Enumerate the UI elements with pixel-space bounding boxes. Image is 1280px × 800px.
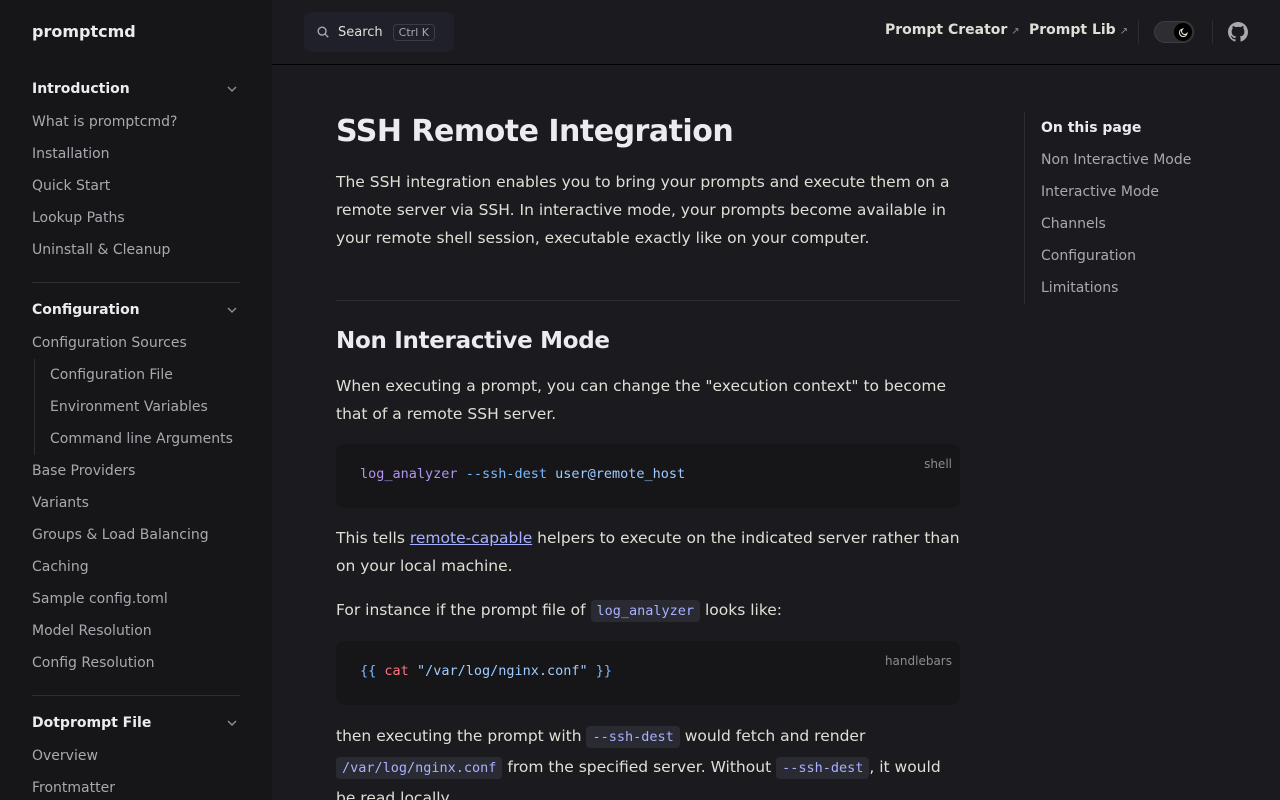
group-title-label: Introduction [32,81,130,97]
github-icon[interactable] [1228,22,1248,42]
code-token: "/var/log/nginx.conf" [416,663,588,679]
toc-item-channels[interactable]: Channels [1041,208,1244,240]
sidebar-subgroup: Configuration File Environment Variables… [34,359,240,455]
paragraph-ssh-dest: then executing the prompt with --ssh-des… [336,721,960,800]
nav-divider [1212,20,1213,44]
toggle-knob [1174,23,1192,41]
code-block-shell: shell log_analyzer --ssh-dest user@remot… [336,444,960,508]
code-token: user@remote_host [555,466,686,482]
code-lang-label: shell [924,457,952,471]
on-this-page: On this page Non Interactive Mode Intera… [1024,112,1244,304]
nav-prompt-creator[interactable]: Prompt Creator ↗ [885,22,1020,38]
sidebar-item-variants[interactable]: Variants [32,487,240,519]
inline-code: --ssh-dest [586,726,680,748]
sidebar-item-env-vars[interactable]: Environment Variables [50,391,240,423]
text: looks like: [700,601,783,619]
sidebar-item-quick-start[interactable]: Quick Start [32,170,240,202]
code-block-handlebars: handlebars {{ cat "/var/log/nginx.conf" … [336,641,960,705]
group-title-label: Configuration [32,302,140,318]
toc-item-limitations[interactable]: Limitations [1041,272,1244,304]
sidebar-item-cli-args[interactable]: Command line Arguments [50,423,240,455]
toc-item-configuration[interactable]: Configuration [1041,240,1244,272]
text: then executing the prompt with [336,727,587,745]
inline-code: --ssh-dest [776,757,870,779]
nav-prompt-lib[interactable]: Prompt Lib ↗ [1029,22,1128,38]
sidebar-item-overview[interactable]: Overview [32,740,240,772]
sidebar-group-title[interactable]: Configuration [32,293,240,327]
sidebar-item-sample-config[interactable]: Sample config.toml [32,583,240,615]
sidebar-group-introduction: Introduction What is promptcmd? Installa… [32,72,240,283]
sidebar-item-base-providers[interactable]: Base Providers [32,455,240,487]
nav-link-label: Prompt Lib [1029,22,1116,38]
chevron-down-icon[interactable] [224,302,240,318]
sidebar-item-frontmatter[interactable]: Frontmatter [32,772,240,800]
paragraph-instance: For instance if the prompt file of log_a… [336,596,960,625]
inline-code: log_analyzer [590,600,701,622]
nav-link-label: Prompt Creator [885,22,1008,38]
text: from the specified server. Without [502,758,777,776]
inline-code: /var/log/nginx.conf [336,757,503,779]
chevron-down-icon[interactable] [224,715,240,731]
toc-title: On this page [1041,120,1142,136]
section-heading-non-interactive: Non Interactive Mode [336,328,610,354]
paragraph-execution-context: When executing a prompt, you can change … [336,377,946,423]
nav-divider [1138,20,1139,44]
sidebar-item-caching[interactable]: Caching [32,551,240,583]
code-token: log_analyzer [360,466,458,482]
code-token: }} [595,663,613,679]
sidebar-group-title[interactable]: Introduction [32,72,240,106]
sidebar: promptcmd Introduction What is promptcmd… [0,0,272,800]
remote-capable-link[interactable]: remote-capable [410,529,532,547]
text: would fetch and render [679,727,866,745]
page-title: SSH Remote Integration [336,114,734,149]
code-token: {{ [360,663,377,679]
search-label: Search [338,24,383,40]
paragraph-remote-capable: This tells remote-capable helpers to exe… [336,524,960,580]
sidebar-item-groups[interactable]: Groups & Load Balancing [32,519,240,551]
sidebar-item-config-sources[interactable]: Configuration Sources [32,327,240,359]
code-token: --ssh-dest [465,466,547,482]
site-title[interactable]: promptcmd [32,22,136,41]
sidebar-item-uninstall[interactable]: Uninstall & Cleanup [32,234,240,266]
external-link-icon: ↗ [1011,26,1020,37]
sidebar-item-config-file[interactable]: Configuration File [50,359,240,391]
sidebar-group-dotprompt: Dotprompt File Overview Frontmatter [32,706,240,800]
sidebar-item-lookup-paths[interactable]: Lookup Paths [32,202,240,234]
external-link-icon: ↗ [1119,26,1129,37]
search-icon [317,26,329,38]
group-title-label: Dotprompt File [32,715,152,731]
sidebar-nav: Introduction What is promptcmd? Installa… [32,72,240,800]
sidebar-item-what-is[interactable]: What is promptcmd? [32,106,240,138]
moon-icon [1178,27,1188,37]
section-divider [336,300,960,301]
text: For instance if the prompt file of [336,601,591,619]
code-lang-label: handlebars [884,654,952,668]
toc-item-interactive[interactable]: Interactive Mode [1041,176,1244,208]
code-token: cat [384,663,409,679]
search-shortcut: Ctrl K [392,23,435,41]
sidebar-group-configuration: Configuration Configuration Sources Conf… [32,293,240,696]
sidebar-item-installation[interactable]: Installation [32,138,240,170]
top-bar: Search Ctrl K Prompt Creator ↗ Prompt Lib… [272,0,1280,65]
intro-paragraph: The SSH integration enables you to bring… [336,173,950,247]
toc-item-non-interactive[interactable]: Non Interactive Mode [1041,144,1244,176]
search-button[interactable]: Search Ctrl K [304,12,454,52]
sidebar-group-title[interactable]: Dotprompt File [32,706,240,740]
sidebar-item-config-resolution[interactable]: Config Resolution [32,647,240,679]
theme-toggle[interactable] [1154,21,1194,43]
doc-content: SSH Remote Integration The SSH integrati… [336,110,960,800]
sidebar-item-model-resolution[interactable]: Model Resolution [32,615,240,647]
text: This tells [336,529,410,547]
chevron-down-icon[interactable] [224,81,240,97]
